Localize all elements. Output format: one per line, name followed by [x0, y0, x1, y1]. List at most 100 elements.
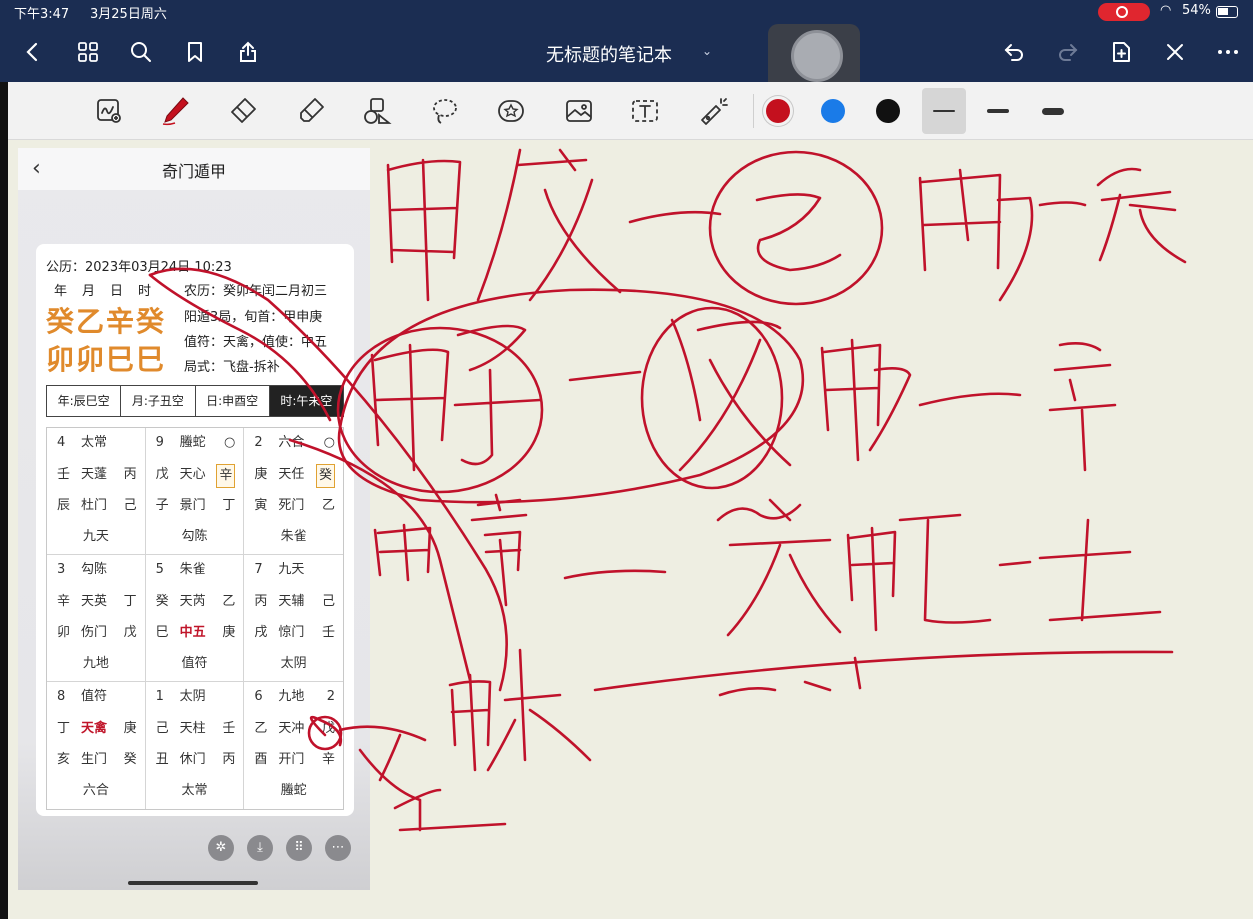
eraser-icon[interactable] — [224, 93, 262, 129]
door-hidden-stem: 辛 — [321, 752, 335, 767]
door-hidden-stem: 己 — [123, 498, 137, 513]
solar-date: 公历：2023年03月24日 10:23 — [46, 260, 232, 275]
sidebar-edge — [0, 82, 8, 919]
color-swatch-red[interactable] — [766, 99, 790, 123]
heavenly-stems: 癸乙辛癸 — [46, 305, 167, 338]
chart-card: 公历：2023年03月24日 10:23 年 月 日 时 农历：癸卯年闰二月初三… — [36, 244, 354, 816]
void-month[interactable]: 月:子丑空 — [121, 386, 196, 416]
star-hidden-stem: 丙 — [123, 467, 137, 482]
star-hidden-stem: 戊 — [321, 721, 335, 736]
palace-cell[interactable]: 9 螣蛇 ○ 戊天心辛子景门 丁勾陈 — [145, 428, 245, 555]
palace-spirit: 值符 — [181, 656, 208, 671]
palace-god: 勾陈 — [81, 562, 108, 577]
void-year[interactable]: 年:辰巳空 — [47, 386, 122, 416]
door-hidden-stem: 丁 — [222, 498, 236, 513]
palace-number: 5 — [155, 562, 164, 577]
palace-cell[interactable]: 4 太常壬天蓬丙辰杜门己九天 — [47, 428, 146, 555]
door-stem: 寅 — [254, 498, 268, 513]
bookmark-icon[interactable] — [180, 37, 210, 67]
door-hidden-stem: 戊 — [123, 625, 137, 640]
palace-cell[interactable]: 2 六合 ○ 庚天任癸寅死门 乙朱雀 — [244, 428, 343, 555]
stroke-width-medium[interactable] — [976, 88, 1020, 134]
chevron-down-icon[interactable]: ⌄ — [702, 44, 712, 58]
image-icon[interactable] — [560, 93, 598, 129]
palace-spirit: 螣蛇 — [280, 783, 307, 798]
palace-cell[interactable]: 5 朱雀癸天芮 乙巳中五 庚值符 — [145, 555, 245, 682]
pen-icon[interactable] — [156, 93, 194, 129]
more-icon[interactable] — [1213, 37, 1243, 67]
laser-pointer-icon[interactable] — [694, 93, 732, 129]
palace-cell[interactable]: 1 太阴己天柱 壬丑休门 丙太常 — [146, 682, 245, 809]
more-icon[interactable]: ⋯ — [325, 835, 351, 861]
compass-icon[interactable]: ✲ — [208, 835, 234, 861]
star-stem: 戊 — [155, 467, 169, 482]
star-stem: 癸 — [155, 594, 169, 609]
palace-spirit: 九地 — [82, 656, 109, 671]
back-icon[interactable] — [18, 37, 48, 67]
color-swatch-blue[interactable] — [821, 99, 845, 123]
door-stem: 亥 — [57, 752, 71, 767]
shapes-icon[interactable] — [358, 93, 396, 129]
star-hidden-stem: 庚 — [123, 721, 137, 736]
void-hour[interactable]: 时:午未空 — [269, 386, 343, 416]
palace-cell[interactable]: 3 勾陈辛天英丁卯伤门戊九地 — [47, 555, 146, 682]
palace-spirit: 太常 — [181, 783, 208, 798]
palace-door: 中五 — [179, 625, 206, 640]
star-hidden-stem: 壬 — [222, 721, 236, 736]
door-stem: 酉 — [254, 752, 268, 767]
palace-god: 太常 — [81, 435, 108, 450]
apps-icon[interactable]: ⠿ — [286, 835, 312, 861]
palace-door: 开门 — [278, 752, 305, 767]
zhifu-info: 值符：天禽，值使：中五 — [184, 335, 328, 350]
notebook-title[interactable]: 无标题的笔记本 — [546, 41, 672, 67]
search-icon[interactable] — [126, 37, 156, 67]
download-icon[interactable]: ⤓ — [247, 835, 273, 861]
palace-star: 天英 — [81, 594, 108, 609]
redo-icon[interactable] — [1053, 37, 1083, 67]
layout-style: 局式：飞盘-拆补 — [184, 360, 280, 375]
text-icon[interactable] — [626, 93, 664, 129]
door-stem: 卯 — [57, 625, 71, 640]
home-indicator — [128, 881, 258, 885]
palace-door: 休门 — [179, 752, 206, 767]
color-swatch-black[interactable] — [876, 99, 900, 123]
close-icon[interactable] — [1160, 37, 1190, 67]
undo-icon[interactable] — [999, 37, 1029, 67]
palace-marker: ○ — [323, 435, 335, 450]
highlighter-icon[interactable] — [292, 93, 330, 129]
palace-god: 九地 — [278, 689, 305, 704]
palace-cell[interactable]: 6 九地 2 乙天冲 戊酉开门 辛螣蛇 — [244, 682, 343, 809]
star-hidden-stem: 辛 — [216, 464, 236, 488]
grid-icon[interactable] — [73, 37, 103, 67]
sticker-icon[interactable] — [492, 93, 530, 129]
palace-door: 死门 — [278, 498, 305, 513]
palace-number: 2 — [254, 435, 263, 450]
palace-cell[interactable]: 7 九天丙天辅 己戌惊门 壬太阴 — [244, 555, 343, 682]
nav-bar: 无标题的笔记本 ⌄ — [0, 24, 1253, 94]
palace-god: 太阴 — [179, 689, 206, 704]
palace-cell[interactable]: 8 值符丁天禽庚亥生门癸六合 — [47, 682, 146, 809]
palace-spirit: 太阴 — [280, 656, 307, 671]
add-page-icon[interactable] — [1106, 37, 1136, 67]
star-stem: 辛 — [57, 594, 71, 609]
share-icon[interactable] — [233, 37, 263, 67]
palace-door: 伤门 — [81, 625, 108, 640]
void-day[interactable]: 日:申酉空 — [196, 386, 270, 416]
palace-number: 4 — [57, 435, 66, 450]
lasso-icon[interactable] — [426, 93, 464, 129]
app-header: ‹ 奇门遁甲 — [18, 148, 370, 190]
star-hidden-stem: 丁 — [123, 594, 137, 609]
lunar-date: 农历：癸卯年闰二月初三 — [184, 284, 328, 299]
star-stem: 己 — [155, 721, 169, 736]
stroke-width-thick[interactable] — [1031, 88, 1075, 134]
app-title: 奇门遁甲 — [161, 162, 226, 181]
star-stem: 庚 — [254, 467, 268, 482]
stroke-width-thin[interactable] — [922, 88, 966, 134]
palace-door: 杜门 — [81, 498, 108, 513]
screen-record-icon[interactable] — [1098, 3, 1150, 21]
image-insert-icon[interactable] — [90, 93, 128, 129]
wifi-icon: ◠ — [1160, 3, 1172, 18]
star-stem: 丁 — [57, 721, 71, 736]
pillar-labels: 年 月 日 时 — [54, 284, 153, 299]
qimen-screenshot[interactable]: ‹ 奇门遁甲 公历：2023年03月24日 10:23 年 月 日 时 农历：癸… — [18, 148, 370, 890]
